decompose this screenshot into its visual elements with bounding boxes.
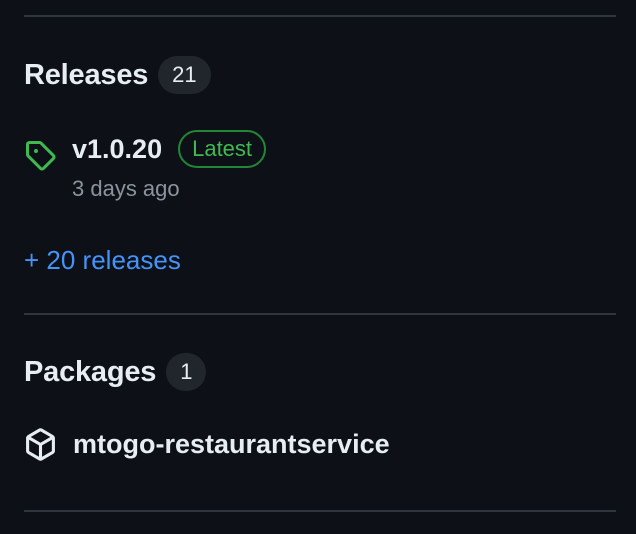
package-item: mtogo-restaurantservice <box>24 428 390 461</box>
latest-release: v1.0.20 Latest 3 days ago <box>24 130 267 202</box>
package-name-link[interactable]: mtogo-restaurantservice <box>73 429 390 460</box>
releases-header: Releases 21 <box>24 56 211 94</box>
tag-icon <box>24 139 56 171</box>
package-icon <box>24 428 57 461</box>
bottom-divider <box>24 510 616 512</box>
release-title-line: v1.0.20 Latest <box>72 130 267 168</box>
sidebar-panel: Releases 21 v1.0.20 Latest 3 days ago + … <box>0 0 636 534</box>
more-releases-link[interactable]: + 20 releases <box>24 245 181 276</box>
packages-title[interactable]: Packages <box>24 356 156 389</box>
top-divider <box>24 15 616 17</box>
releases-count-badge: 21 <box>158 56 211 94</box>
release-name-link[interactable]: v1.0.20 <box>72 134 162 165</box>
releases-title[interactable]: Releases <box>24 59 148 92</box>
middle-divider <box>24 313 616 315</box>
latest-badge: Latest <box>178 130 267 168</box>
release-time: 3 days ago <box>72 176 180 201</box>
packages-header: Packages 1 <box>24 353 207 391</box>
release-info: v1.0.20 Latest 3 days ago <box>72 130 267 202</box>
packages-count-badge: 1 <box>166 353 207 391</box>
